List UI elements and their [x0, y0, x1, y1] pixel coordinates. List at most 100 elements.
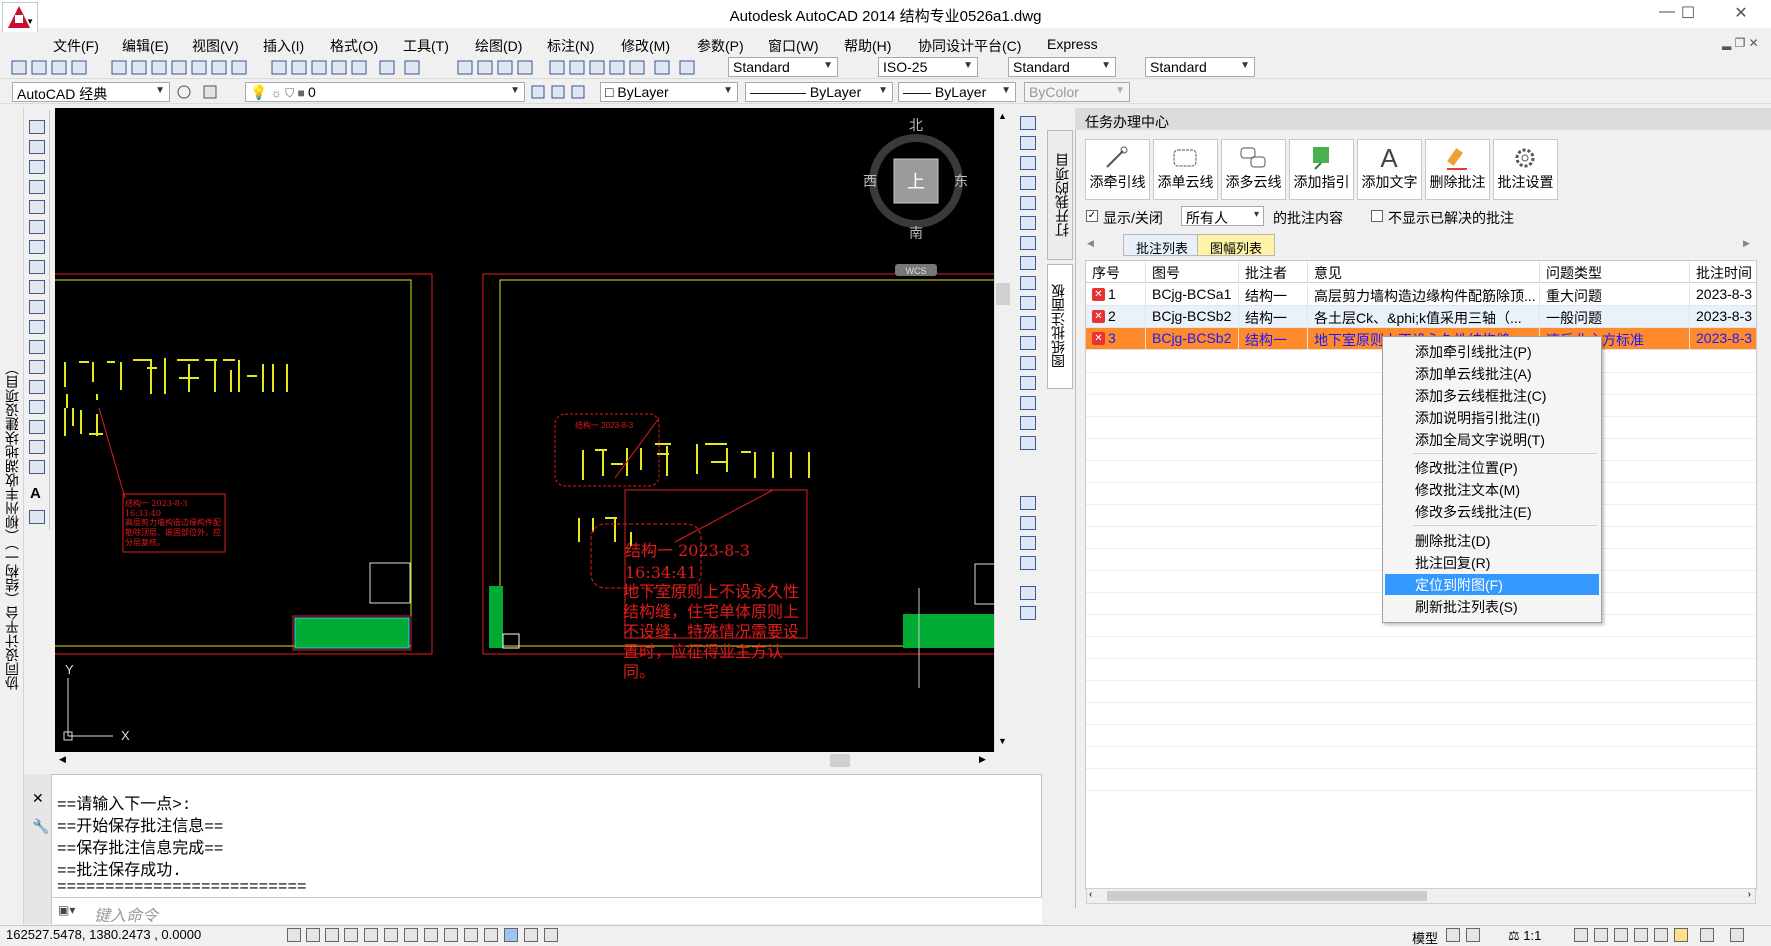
menu-delete-annotation[interactable]: 删除批注(D) — [1385, 530, 1599, 551]
rotate-icon[interactable] — [1020, 236, 1036, 250]
close-icon[interactable]: ✕ — [1092, 332, 1105, 345]
construction-line-icon[interactable] — [29, 140, 45, 154]
draworder-under-icon[interactable] — [1020, 556, 1036, 570]
menu-window[interactable]: 窗口(W) — [768, 36, 819, 56]
menu-format[interactable]: 格式(O) — [330, 36, 378, 56]
annotation-visibility-icon[interactable] — [1574, 928, 1588, 942]
multileader-style-select[interactable]: Standard ▼ — [1145, 57, 1255, 77]
scale-icon[interactable] — [1020, 256, 1036, 270]
close-icon[interactable]: ✕ — [1092, 288, 1105, 301]
command-input[interactable]: ▣▾ 键入命令 — [52, 897, 1042, 925]
horizontal-scrollbar[interactable]: ◀ ▶ — [55, 752, 1011, 769]
close-icon[interactable]: ✕ — [32, 790, 44, 807]
quick-properties-icon[interactable] — [524, 928, 538, 942]
menu-add-multi-cloud[interactable]: 添加多云线框批注(C) — [1385, 385, 1599, 406]
menu-add-leader-annotation[interactable]: 添加牵引线批注(P) — [1385, 341, 1599, 362]
show-toggle-checkbox[interactable]: ✓ — [1086, 210, 1098, 222]
add-guide-button[interactable]: 添加指引 — [1289, 139, 1354, 200]
chevron-right-icon[interactable]: ▶ — [979, 754, 986, 765]
transparency-icon[interactable] — [504, 928, 518, 942]
col-header-opinion[interactable]: 意见 — [1308, 261, 1540, 283]
offset-icon[interactable] — [1020, 176, 1036, 190]
model-space-button[interactable]: 模型 — [1412, 928, 1438, 946]
join-icon[interactable] — [1020, 356, 1036, 370]
hatch-icon[interactable] — [29, 400, 45, 414]
color-select[interactable]: □ ByLayer ▼ — [600, 82, 738, 102]
collab-platform-vertical-label[interactable]: 协同设计平台（结构一）（柳州丰收湖地块建设项目） — [2, 340, 24, 690]
menu-file[interactable]: 文件(F) — [53, 36, 99, 56]
lock-ui-icon[interactable] — [1634, 928, 1648, 942]
close-button[interactable]: ✕ — [1721, 3, 1761, 25]
menu-insert[interactable]: 插入(I) — [263, 36, 304, 56]
maximize-button[interactable]: ☐ — [1668, 3, 1708, 25]
doc-window-controls[interactable]: ▂ ❐ ✕ — [1722, 36, 1759, 50]
text-style-select[interactable]: Standard ▼ — [728, 57, 838, 77]
table-horizontal-scrollbar[interactable]: ‹ › — [1086, 888, 1756, 904]
arc-icon[interactable] — [29, 220, 45, 234]
menu-help[interactable]: 帮助(H) — [844, 36, 891, 56]
viewcube[interactable]: 上 北 南 东 西 WCS — [863, 117, 968, 276]
draworder-above-icon[interactable] — [1020, 536, 1036, 550]
owner-select[interactable]: 所有人 ▾ — [1181, 206, 1264, 226]
hardware-acceleration-icon[interactable] — [1654, 928, 1668, 942]
workspace-select[interactable]: AutoCAD 经典 ▼ — [12, 82, 170, 102]
menu-modify[interactable]: 修改(M) — [621, 36, 670, 56]
menu-parameter[interactable]: 参数(P) — [697, 36, 744, 56]
delete-annotation-button[interactable]: 删除批注 — [1425, 139, 1490, 200]
linetype-select[interactable]: ———— ByLayer ▼ — [745, 82, 893, 102]
region-icon[interactable] — [29, 440, 45, 454]
snap-mode-icon[interactable] — [306, 928, 320, 942]
menu-collab-platform[interactable]: 协同设计平台(C) — [918, 36, 1021, 56]
menu-draw[interactable]: 绘图(D) — [475, 36, 522, 56]
menu-add-single-cloud[interactable]: 添加单云线批注(A) — [1385, 363, 1599, 384]
col-header-time[interactable]: 批注时间 — [1690, 261, 1756, 283]
menu-refresh-list[interactable]: 刷新批注列表(S) — [1385, 596, 1599, 617]
move-icon[interactable] — [1020, 216, 1036, 230]
add-single-cloud-button[interactable]: 添单云线 — [1153, 139, 1218, 200]
stretch-icon[interactable] — [1020, 276, 1036, 290]
multiline-text-icon[interactable]: A — [30, 485, 41, 502]
erase-icon[interactable] — [1020, 116, 1036, 130]
menu-express[interactable]: Express — [1047, 36, 1098, 52]
ellipse-icon[interactable] — [29, 300, 45, 314]
col-header-drawing[interactable]: 图号 — [1146, 261, 1239, 283]
coordinate-readout[interactable]: 162527.5478, 1380.2473 , 0.0000 — [6, 927, 201, 942]
hide-resolved-checkbox[interactable] — [1371, 210, 1383, 222]
col-header-author[interactable]: 批注者 — [1239, 261, 1308, 283]
polar-tracking-icon[interactable] — [364, 928, 378, 942]
menu-reply-annotation[interactable]: 批注回复(R) — [1385, 552, 1599, 573]
chevron-left-icon[interactable]: ◀ — [1087, 238, 1094, 249]
polyline-icon[interactable] — [29, 160, 45, 174]
extend-icon[interactable] — [1020, 316, 1036, 330]
vertical-scroll-thumb[interactable] — [996, 283, 1010, 305]
tab-annotation-list[interactable]: 批注列表 — [1123, 234, 1202, 256]
mirror-icon[interactable] — [1020, 156, 1036, 170]
tab-drawing-annotation-panel[interactable]: 图纸批注面板 — [1047, 264, 1073, 389]
workspace-switch-icon[interactable] — [1614, 928, 1628, 942]
command-prompt-icon[interactable]: ▣▾ — [58, 903, 75, 917]
rectangle-icon[interactable] — [29, 200, 45, 214]
chevron-left-icon[interactable]: ◀ — [59, 754, 66, 765]
blend-icon[interactable] — [1020, 416, 1036, 430]
array-icon[interactable] — [1020, 196, 1036, 210]
tab-open-my-projects[interactable]: 打开我的项目 — [1047, 130, 1073, 260]
chevron-up-icon[interactable]: ▲ — [998, 111, 1007, 121]
drawing-canvas[interactable]: 结构一 2023-8-3 16:33:40 高层剪力墙构造边缘构件配筋除顶层、嵌… — [55, 108, 994, 752]
text-front-icon[interactable] — [1020, 586, 1036, 600]
dim-style-select[interactable]: ISO-25 ▼ — [878, 57, 978, 77]
annotation-settings-button[interactable]: 批注设置 — [1493, 139, 1558, 200]
menu-modify-multi-cloud[interactable]: 修改多云线批注(E) — [1385, 501, 1599, 522]
isolate-objects-icon[interactable] — [1674, 928, 1688, 942]
menu-dimension[interactable]: 标注(N) — [547, 36, 594, 56]
table-row[interactable]: ✕ 1 BCjg-BCSa1 结构一 高层剪力墙构造边缘构件配筋除顶... 重大问… — [1086, 284, 1756, 306]
chamfer-icon[interactable] — [1020, 376, 1036, 390]
trim-icon[interactable] — [1020, 296, 1036, 310]
menu-locate-attached-drawing[interactable]: 定位到附图(F) — [1385, 574, 1599, 595]
menu-modify-position[interactable]: 修改批注位置(P) — [1385, 457, 1599, 478]
hatch-back-icon[interactable] — [1020, 606, 1036, 620]
table-icon[interactable] — [29, 460, 45, 474]
dynamic-input-icon[interactable] — [464, 928, 478, 942]
draworder-back-icon[interactable] — [1020, 516, 1036, 530]
spline-icon[interactable] — [29, 280, 45, 294]
lineweight-select[interactable]: —— ByLayer ▼ — [898, 82, 1016, 102]
